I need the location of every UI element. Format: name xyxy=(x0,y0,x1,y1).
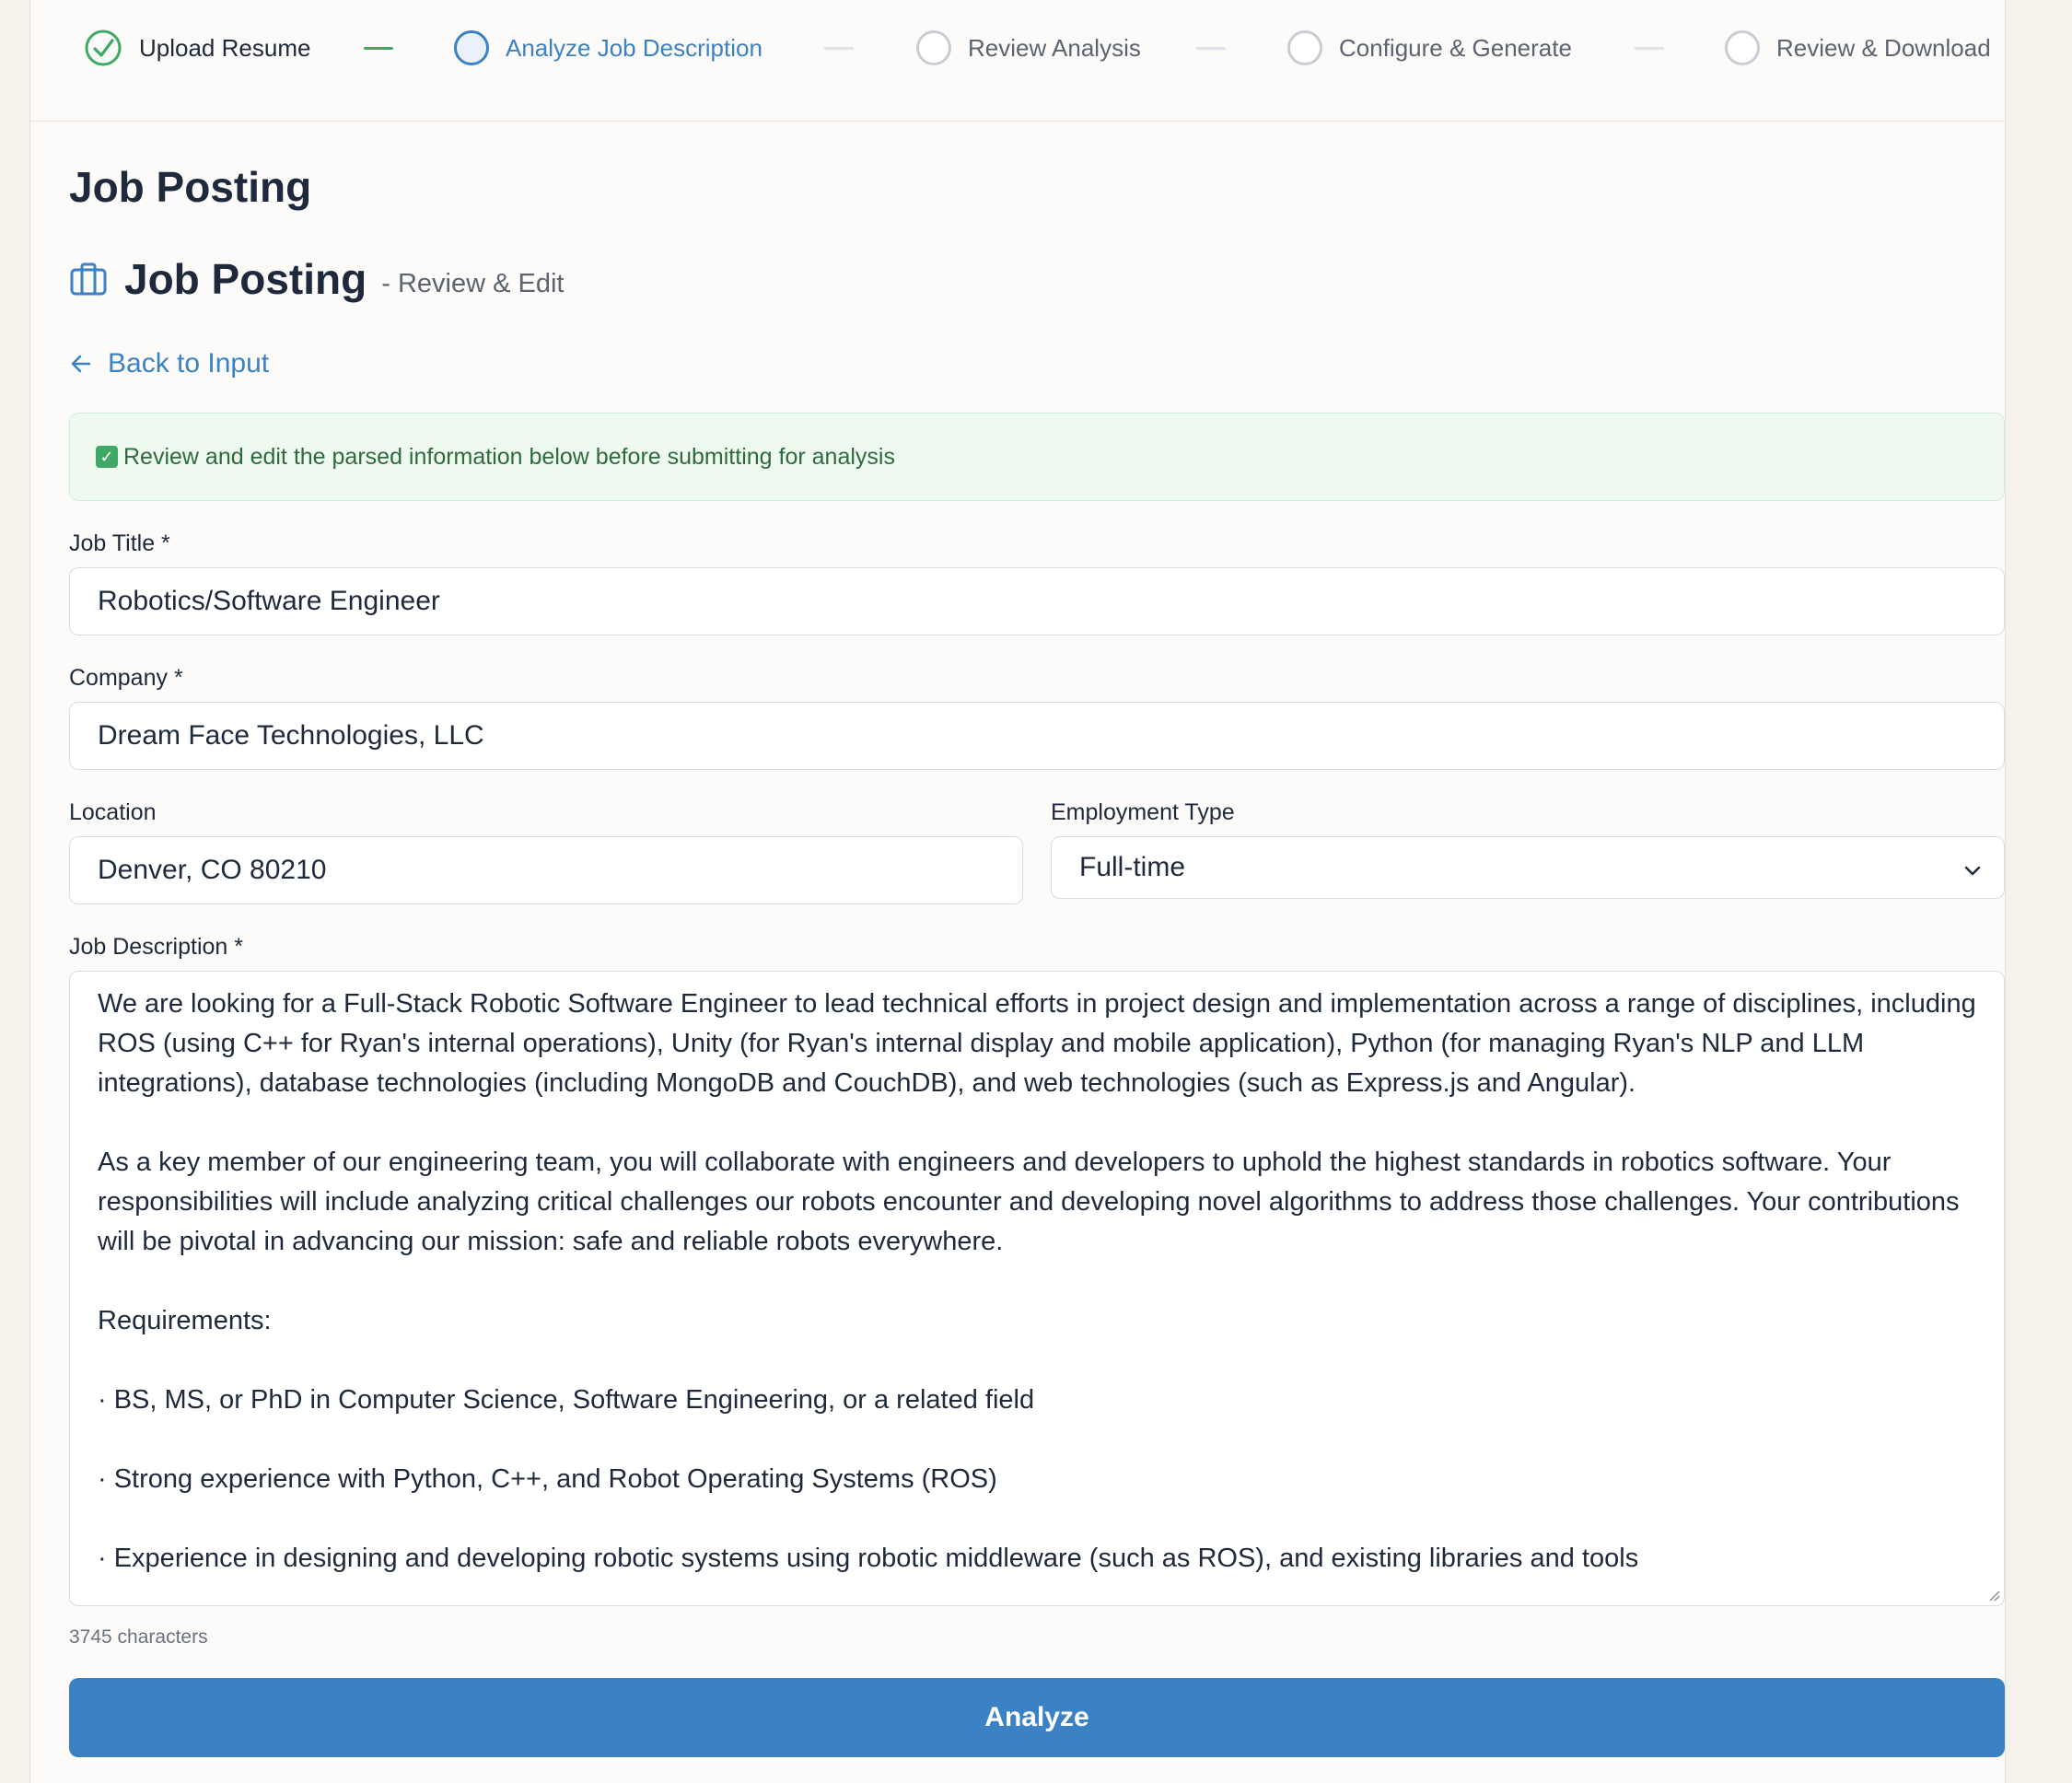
job-description-label: Job Description * xyxy=(69,934,243,960)
info-alert: ✓ Review and edit the parsed information… xyxy=(69,413,2005,501)
company-label: Company * xyxy=(69,665,183,691)
description-paragraph: As a key member of our engineering team,… xyxy=(98,1148,1967,1256)
section-title: Job Posting xyxy=(124,255,367,303)
step-label: Configure & Generate xyxy=(1339,33,1572,62)
progress-stepper: Upload Resume Analyze Job Description Re… xyxy=(30,0,2005,122)
step-indicator-icon xyxy=(916,30,951,65)
step-review-analysis[interactable]: Review Analysis xyxy=(916,28,1141,68)
step-connector xyxy=(364,47,393,50)
job-title-input[interactable]: Robotics/Software Engineer xyxy=(69,567,2005,635)
job-description-textarea[interactable]: We are looking for a Full-Stack Robotic … xyxy=(69,971,2005,1606)
description-paragraph: · BS, MS, or PhD in Computer Science, So… xyxy=(98,1385,1035,1415)
check-mark-icon: ✓ xyxy=(96,446,118,468)
location-label: Location xyxy=(69,799,157,825)
company-input[interactable]: Dream Face Technologies, LLC xyxy=(69,702,2005,770)
step-label: Review & Download xyxy=(1776,33,1991,62)
section-header: Job Posting - Review & Edit xyxy=(69,254,564,304)
step-label: Analyze Job Description xyxy=(506,33,762,62)
back-label: Back to Input xyxy=(108,348,270,379)
check-circle-icon xyxy=(85,29,122,66)
step-analyze-job-description[interactable]: Analyze Job Description xyxy=(454,28,762,68)
page-title: Job Posting xyxy=(69,163,312,211)
description-paragraph: Requirements: xyxy=(98,1306,272,1335)
step-indicator-icon xyxy=(1287,30,1322,65)
analyze-button[interactable]: Analyze xyxy=(69,1678,2005,1757)
main-card: Upload Resume Analyze Job Description Re… xyxy=(29,0,2006,1783)
arrow-left-icon xyxy=(71,355,91,373)
description-paragraph: · Strong experience with Python, C++, an… xyxy=(98,1464,997,1494)
step-connector xyxy=(1635,47,1664,50)
step-connector xyxy=(824,47,854,50)
step-label: Upload Resume xyxy=(139,33,311,62)
alert-text: Review and edit the parsed information b… xyxy=(123,443,895,470)
character-count: 3745 characters xyxy=(69,1626,208,1648)
chevron-down-icon xyxy=(1964,866,1981,876)
section-note: - Review & Edit xyxy=(381,268,565,298)
description-paragraph: · Experience in designing and developing… xyxy=(98,1544,1639,1573)
employment-type-select[interactable]: Full-time xyxy=(1051,836,2005,899)
step-configure-generate[interactable]: Configure & Generate xyxy=(1287,28,1572,68)
resize-handle-icon[interactable] xyxy=(1985,1587,2000,1602)
description-paragraph: We are looking for a Full-Stack Robotic … xyxy=(98,989,1984,1098)
employment-type-value: Full-time xyxy=(1079,852,1186,882)
step-connector xyxy=(1196,47,1226,50)
employment-type-label: Employment Type xyxy=(1051,799,1235,825)
briefcase-icon xyxy=(70,262,107,296)
step-review-download[interactable]: Review & Download xyxy=(1725,28,1991,68)
step-indicator-icon xyxy=(454,30,489,65)
location-input[interactable]: Denver, CO 80210 xyxy=(69,836,1023,904)
step-label: Review Analysis xyxy=(968,33,1141,62)
step-upload-resume[interactable]: Upload Resume xyxy=(84,28,310,68)
job-title-label: Job Title * xyxy=(69,530,170,556)
back-to-input-link[interactable]: Back to Input xyxy=(69,348,269,379)
step-indicator-icon xyxy=(1725,30,1760,65)
